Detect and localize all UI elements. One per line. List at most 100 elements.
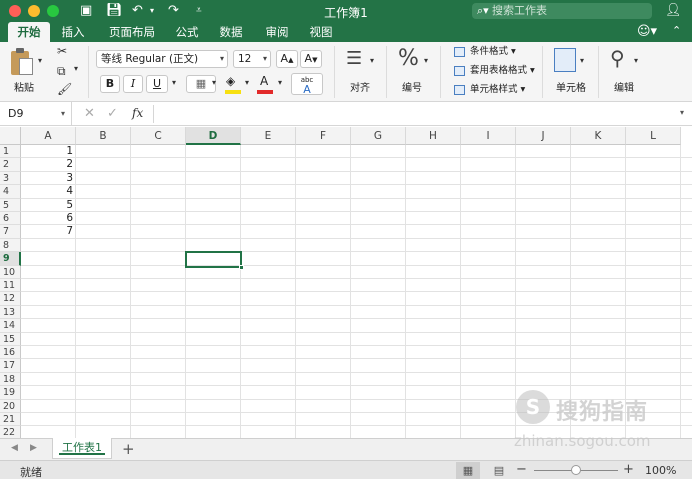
column-header-j[interactable]: J bbox=[516, 127, 571, 145]
align-dropdown-icon[interactable]: ▾ bbox=[370, 56, 374, 65]
customize-toolbar-icon[interactable]: ⩡ bbox=[196, 3, 202, 19]
column-header-b[interactable]: B bbox=[76, 127, 131, 145]
cell-a7[interactable]: 7 bbox=[21, 225, 76, 238]
formula-input[interactable] bbox=[160, 102, 670, 126]
row-header-19[interactable]: 19 bbox=[0, 386, 21, 400]
redo-icon[interactable]: ↷ bbox=[168, 3, 179, 19]
column-header-k[interactable]: K bbox=[571, 127, 626, 145]
undo-icon[interactable]: ↶ bbox=[132, 3, 143, 19]
conditional-format-button[interactable]: 条件格式 ▾ bbox=[454, 45, 516, 59]
feedback-smile-icon[interactable]: ☺▾ bbox=[637, 24, 657, 39]
tab-home[interactable]: 开始 bbox=[8, 22, 50, 42]
align-icon[interactable]: ☰ bbox=[346, 48, 362, 69]
bold-button[interactable]: B bbox=[100, 75, 120, 93]
phonetic-guide-button[interactable]: abc A bbox=[291, 73, 323, 95]
cells-dropdown-icon[interactable]: ▾ bbox=[580, 56, 584, 65]
row-header-11[interactable]: 11 bbox=[0, 279, 21, 293]
spreadsheet-grid[interactable]: A B C D E F G H I J K L 1 2 3 4 5 6 7 8 9 10 11 12 13 14 15 16 17 18 1… bbox=[0, 127, 692, 438]
collapse-ribbon-icon[interactable]: ⌃ bbox=[672, 24, 681, 37]
copy-dropdown-icon[interactable]: ▾ bbox=[74, 64, 78, 73]
row-header-20[interactable]: 20 bbox=[0, 399, 21, 413]
add-sheet-button[interactable]: + bbox=[122, 440, 135, 458]
font-color-button[interactable]: A bbox=[256, 74, 276, 96]
cell-a4[interactable]: 4 bbox=[21, 185, 76, 198]
row-header-22[interactable]: 22 bbox=[0, 426, 21, 438]
row-header-21[interactable]: 21 bbox=[0, 413, 21, 427]
row-header-10[interactable]: 10 bbox=[0, 265, 21, 279]
row-header-16[interactable]: 16 bbox=[0, 346, 21, 360]
paste-button[interactable] bbox=[8, 47, 36, 77]
row-header-15[interactable]: 15 bbox=[0, 332, 21, 346]
maximize-window-button[interactable] bbox=[47, 5, 59, 17]
tab-insert[interactable]: 插入 bbox=[56, 22, 90, 42]
close-window-button[interactable] bbox=[9, 5, 21, 17]
cells-icon[interactable] bbox=[554, 48, 576, 72]
column-header-f[interactable]: F bbox=[296, 127, 351, 145]
normal-view-button[interactable]: ▦ bbox=[456, 462, 480, 479]
row-header-14[interactable]: 14 bbox=[0, 319, 21, 333]
tab-review[interactable]: 审阅 bbox=[262, 22, 292, 42]
save-icon[interactable]: 💾︎ bbox=[106, 3, 123, 19]
row-header-17[interactable]: 17 bbox=[0, 359, 21, 373]
tab-page-layout[interactable]: 页面布局 bbox=[104, 22, 160, 42]
column-header-d[interactable]: D bbox=[186, 127, 241, 145]
prev-sheet-icon[interactable]: ◀ bbox=[11, 443, 18, 453]
fill-color-button[interactable]: ◈ bbox=[224, 74, 244, 96]
row-header-1[interactable]: 1 bbox=[0, 145, 21, 159]
edit-dropdown-icon[interactable]: ▾ bbox=[634, 56, 638, 65]
format-painter-icon[interactable]: 🖌︎ bbox=[57, 82, 72, 96]
tab-formulas[interactable]: 公式 bbox=[172, 22, 202, 42]
minimize-window-button[interactable] bbox=[28, 5, 40, 17]
row-header-9[interactable]: 9 bbox=[0, 252, 21, 266]
page-layout-view-button[interactable]: ▤ bbox=[487, 462, 511, 479]
copy-icon[interactable]: ⧉ bbox=[57, 64, 66, 79]
column-header-i[interactable]: I bbox=[461, 127, 516, 145]
fill-color-dropdown-icon[interactable]: ▾ bbox=[245, 78, 249, 87]
underline-dropdown-icon[interactable]: ▾ bbox=[172, 78, 176, 87]
cut-icon[interactable]: ✂ bbox=[57, 44, 67, 58]
row-header-12[interactable]: 12 bbox=[0, 292, 21, 306]
row-header-2[interactable]: 2 bbox=[0, 158, 21, 172]
sheet-tab-active[interactable]: 工作表1 bbox=[52, 438, 112, 459]
fill-handle[interactable] bbox=[239, 264, 244, 270]
font-color-dropdown-icon[interactable]: ▾ bbox=[278, 78, 282, 87]
row-header-7[interactable]: 7 bbox=[0, 225, 21, 239]
font-size-select[interactable]: 12 ▾ bbox=[233, 50, 271, 68]
confirm-entry-icon[interactable]: ✓ bbox=[107, 106, 118, 121]
number-format-icon[interactable]: % bbox=[398, 46, 419, 71]
share-user-icon[interactable]: 👤︎ bbox=[665, 3, 682, 18]
number-dropdown-icon[interactable]: ▾ bbox=[424, 56, 428, 65]
cancel-entry-icon[interactable]: ✕ bbox=[84, 106, 95, 121]
sidebar-toggle-icon[interactable]: ▣ bbox=[80, 3, 92, 19]
row-header-4[interactable]: 4 bbox=[0, 185, 21, 199]
decrease-font-size-button[interactable]: A▼ bbox=[300, 50, 322, 68]
zoom-slider-thumb[interactable] bbox=[571, 465, 581, 475]
column-header-h[interactable]: H bbox=[406, 127, 461, 145]
font-name-select[interactable]: 等线 Regular (正文) ▾ bbox=[96, 50, 228, 68]
search-input[interactable]: ⌕▾ 搜索工作表 bbox=[472, 3, 652, 19]
tab-view[interactable]: 视图 bbox=[306, 22, 336, 42]
column-header-a[interactable]: A bbox=[21, 127, 76, 145]
underline-button[interactable]: U bbox=[146, 75, 168, 93]
zoom-in-button[interactable]: + bbox=[623, 462, 634, 477]
format-as-table-button[interactable]: 套用表格格式 ▾ bbox=[454, 64, 535, 78]
cell-a5[interactable]: 5 bbox=[21, 199, 76, 212]
row-header-3[interactable]: 3 bbox=[0, 171, 21, 186]
zoom-out-button[interactable]: − bbox=[516, 462, 527, 477]
select-all-corner[interactable] bbox=[0, 127, 21, 145]
column-header-c[interactable]: C bbox=[131, 127, 186, 145]
search-edit-icon[interactable]: ⚲ bbox=[610, 46, 625, 70]
name-box[interactable]: D9 ▾ bbox=[0, 102, 72, 126]
column-header-e[interactable]: E bbox=[241, 127, 296, 145]
paste-dropdown-icon[interactable]: ▾ bbox=[38, 56, 42, 65]
increase-font-size-button[interactable]: A▲ bbox=[276, 50, 298, 68]
cell-styles-button[interactable]: 单元格样式 ▾ bbox=[454, 83, 525, 97]
active-cell-d9[interactable] bbox=[185, 251, 244, 270]
column-header-l[interactable]: L bbox=[626, 127, 681, 145]
next-sheet-icon[interactable]: ▶ bbox=[30, 443, 37, 453]
row-header-5[interactable]: 5 bbox=[0, 198, 21, 212]
row-header-8[interactable]: 8 bbox=[0, 238, 21, 253]
insert-function-button[interactable]: fx bbox=[132, 106, 143, 120]
tab-data[interactable]: 数据 bbox=[216, 22, 246, 42]
cell-a6[interactable]: 6 bbox=[21, 212, 76, 225]
